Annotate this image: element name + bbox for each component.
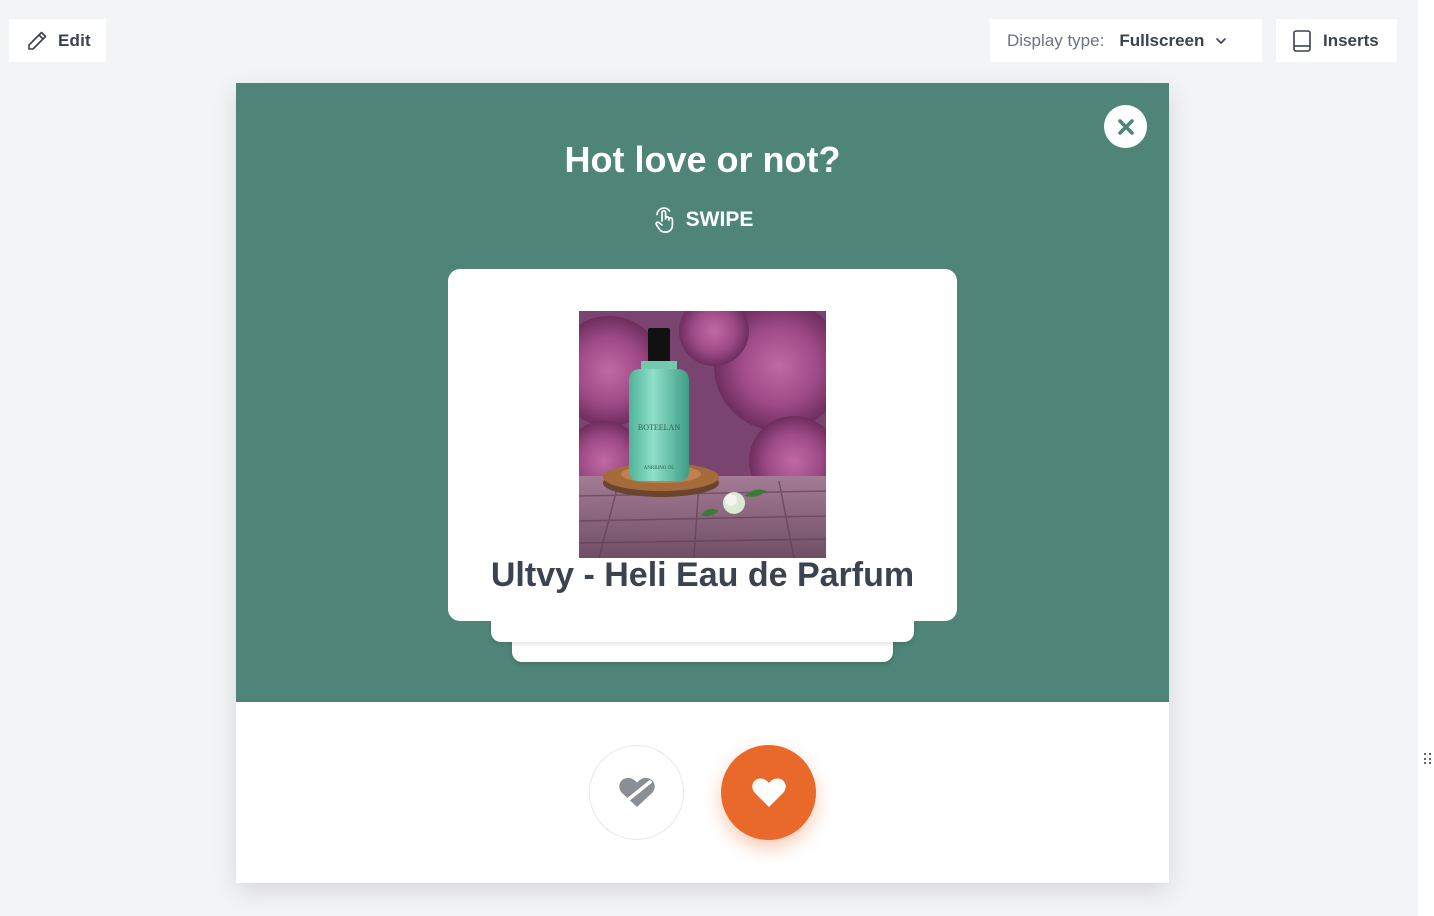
product-name: Ultvy - Heli Eau de Parfum <box>490 556 915 594</box>
pencil-icon <box>28 31 47 50</box>
bottle-label-line1: BOTEELAN <box>638 423 680 432</box>
swipe-hint: SWIPE <box>236 205 1169 235</box>
book-icon <box>1293 29 1311 52</box>
inserts-label: Inserts <box>1323 30 1379 50</box>
dislike-button[interactable] <box>589 745 684 840</box>
swipe-label: SWIPE <box>685 208 754 231</box>
right-panel-strip <box>1418 0 1434 916</box>
edit-button[interactable]: Edit <box>9 19 106 62</box>
popup-title: Hot love or not? <box>564 139 841 180</box>
popup-preview: Hot love or not? SWIPE BOTEELAN ANRBINO … <box>236 83 1169 883</box>
broken-heart-icon <box>618 777 655 807</box>
display-type-dropdown[interactable]: Display type: Fullscreen <box>990 19 1262 62</box>
display-type-label: Display type: <box>1007 30 1105 50</box>
heart-icon <box>751 777 786 807</box>
like-button[interactable] <box>721 745 816 840</box>
edit-label: Edit <box>58 30 91 50</box>
display-type-value: Fullscreen <box>1119 30 1205 50</box>
chevron-down-icon <box>1216 37 1227 44</box>
product-card[interactable]: BOTEELAN ANRBINO OL Ultvy - Heli Eau de … <box>448 269 957 621</box>
product-image: BOTEELAN ANRBINO OL <box>579 311 826 558</box>
close-icon <box>1117 118 1134 135</box>
drag-handle[interactable] <box>1424 753 1432 765</box>
bottle-label-line2: ANRBINO OL <box>644 466 675 471</box>
hand-pointer-icon <box>655 207 673 233</box>
popup-header-area: Hot love or not? SWIPE BOTEELAN ANRBINO … <box>236 83 1169 702</box>
inserts-button[interactable]: Inserts <box>1276 19 1397 62</box>
